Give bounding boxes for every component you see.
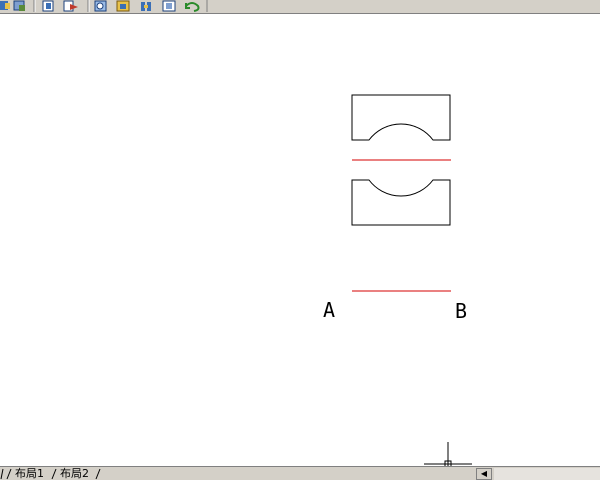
tab-layout2[interactable]: 布局2	[60, 468, 89, 480]
drawing-svg[interactable]: A B	[0, 14, 600, 466]
zoom-icon[interactable]	[94, 0, 107, 12]
pan-icon[interactable]	[0, 1, 10, 10]
upper-half-shape[interactable]	[351, 94, 451, 141]
layer-icon[interactable]	[42, 0, 54, 12]
undo-icon[interactable]	[185, 2, 200, 12]
standard-toolbar	[0, 0, 600, 14]
print-icon[interactable]	[13, 0, 25, 11]
horizontal-scrollbar-track[interactable]	[494, 468, 600, 480]
toolbar-icons	[0, 0, 208, 12]
lower-half-shape[interactable]	[351, 179, 451, 226]
scroll-left-arrow-icon: ◀	[480, 469, 488, 478]
crosshair-cursor-icon	[424, 442, 472, 466]
tab-layout1[interactable]: 布局1	[15, 468, 44, 480]
label-b: B	[455, 299, 467, 323]
block-icon[interactable]	[63, 0, 78, 12]
layout-tab-bar: 布局1 布局2 ◀	[0, 466, 600, 480]
properties-icon[interactable]	[116, 0, 130, 12]
design-center-icon[interactable]	[141, 2, 151, 11]
label-a: A	[323, 298, 335, 322]
scroll-left-button[interactable]: ◀	[476, 468, 492, 480]
tool-palette-icon[interactable]	[162, 0, 176, 12]
drawing-canvas[interactable]: A B	[0, 14, 600, 466]
